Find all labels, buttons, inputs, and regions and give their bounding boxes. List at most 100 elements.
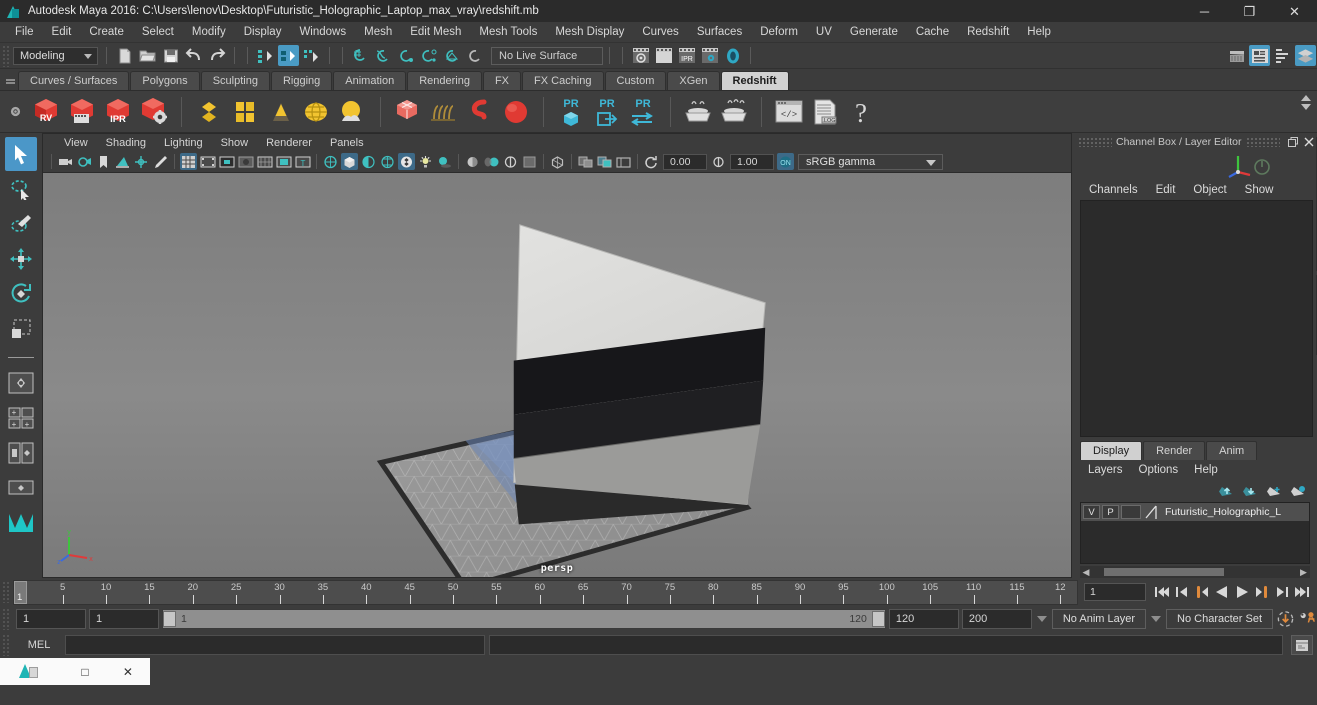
range-slider-left-grip[interactable] [163, 611, 176, 627]
layer-menu-options[interactable]: Options [1131, 464, 1187, 476]
menu-file[interactable]: File [6, 22, 43, 43]
menu-deform[interactable]: Deform [751, 22, 807, 43]
rangeslider-grip[interactable] [2, 608, 11, 630]
command-input-field[interactable] [65, 635, 485, 655]
motion-blur-icon[interactable] [483, 153, 500, 170]
select-by-object-type-icon[interactable] [278, 45, 299, 66]
menu-mesh-display[interactable]: Mesh Display [546, 22, 633, 43]
select-by-component-type-icon[interactable] [301, 45, 322, 66]
resolution-gate-icon[interactable] [218, 153, 235, 170]
range-slider[interactable]: 1 120 [162, 609, 886, 629]
view-transform-icon[interactable]: ON [777, 153, 794, 171]
menu-set-selector[interactable]: Modeling [13, 46, 98, 65]
move-layer-down-icon[interactable] [1242, 485, 1258, 498]
menu-generate[interactable]: Generate [841, 22, 907, 43]
smooth-shading-icon[interactable] [341, 153, 358, 171]
menu-curves[interactable]: Curves [633, 22, 687, 43]
toggle-channel-box-icon[interactable] [1272, 45, 1293, 66]
viewport-menu-show[interactable]: Show [212, 137, 258, 149]
close-icon[interactable] [1302, 135, 1316, 149]
rotate-tool[interactable] [5, 277, 37, 311]
make-live-icon[interactable] [465, 45, 486, 66]
film-gate-icon[interactable] [199, 153, 216, 170]
shelf-tab-fx-caching[interactable]: FX Caching [522, 71, 604, 90]
layer-list-scrollbar[interactable]: ◀ ▶ [1080, 566, 1310, 578]
viewport-menu-lighting[interactable]: Lighting [155, 137, 212, 149]
gate-mask-icon[interactable] [237, 153, 254, 170]
isolate-select-icon[interactable] [521, 153, 538, 170]
menu-mesh[interactable]: Mesh [355, 22, 401, 43]
command-output-field[interactable] [489, 635, 1283, 655]
shelf-tab-fx[interactable]: FX [482, 71, 522, 90]
exposure-field[interactable]: 0.00 [663, 153, 707, 170]
tab-render[interactable]: Render [1143, 441, 1206, 460]
persp-outliner-layout[interactable] [5, 436, 37, 470]
redshift-help-icon[interactable]: ? [843, 93, 879, 131]
grid-toggle-icon[interactable] [180, 153, 197, 171]
ipr-render-icon[interactable]: IPR [676, 45, 697, 66]
time-slider[interactable]: 1 5 10 15 20 25 30 35 40 45 50 55 60 65 70 75 80 85 90 95 1… [13, 579, 1078, 605]
move-tool[interactable] [5, 242, 37, 276]
play-forwards-icon[interactable] [1232, 582, 1251, 602]
taskbar-close-button[interactable]: ✕ [106, 658, 150, 685]
new-scene-icon[interactable] [114, 45, 135, 66]
script-editor-icon[interactable] [1291, 635, 1313, 655]
layer-name[interactable]: Futuristic_Holographic_L [1165, 506, 1281, 518]
flat-shading-icon[interactable] [360, 153, 377, 170]
redshift-material-icon[interactable] [191, 93, 227, 131]
scroll-left-arrow-icon[interactable]: ◀ [1080, 567, 1092, 578]
open-scene-icon[interactable] [137, 45, 158, 66]
four-view-layout[interactable]: + + + [5, 401, 37, 435]
select-by-hierarchy-icon[interactable] [255, 45, 276, 66]
auto-keyframe-icon[interactable] [1276, 609, 1295, 629]
animation-end-field[interactable]: 200 [961, 609, 1032, 629]
tab-anim[interactable]: Anim [1206, 441, 1258, 460]
menu-windows[interactable]: Windows [290, 22, 355, 43]
step-back-frame-icon[interactable] [1192, 582, 1211, 602]
list-item[interactable]: V P Futuristic_Holographic_L [1081, 503, 1309, 521]
panel-grip-right[interactable] [1245, 136, 1280, 147]
shelf-scroll-arrows[interactable] [1301, 95, 1313, 113]
toggle-sidebar-icon[interactable] [1295, 45, 1316, 66]
single-perspective-layout[interactable] [5, 366, 37, 400]
range-slider-right-grip[interactable] [871, 611, 885, 627]
gamma-reset-icon[interactable] [710, 153, 727, 170]
live-surface-field[interactable]: No Live Surface [491, 46, 603, 65]
range-start-field[interactable]: 1 [89, 609, 159, 629]
menu-edit-mesh[interactable]: Edit Mesh [401, 22, 470, 43]
viewport-menu-shading[interactable]: Shading [97, 137, 155, 149]
redo-previous-render-icon[interactable] [653, 45, 674, 66]
range-end-field[interactable]: 120 [888, 609, 959, 629]
display-layer-list[interactable]: V P Futuristic_Holographic_L [1080, 502, 1310, 564]
redshift-volume-icon[interactable] [462, 93, 498, 131]
redshift-sphere-icon[interactable] [498, 93, 534, 131]
redshift-ipr-render-icon[interactable]: IPR [100, 93, 136, 131]
create-new-layer-icon[interactable] [1266, 485, 1282, 498]
snap-to-grid-icon[interactable] [350, 45, 371, 66]
close-button[interactable]: ✕ [1272, 0, 1317, 22]
redshift-physical-sun-icon[interactable] [335, 93, 371, 131]
character-set-selector[interactable]: No Character Set [1166, 609, 1273, 629]
timeslider-grip[interactable] [2, 581, 11, 603]
panel-grip-left[interactable] [1078, 136, 1112, 147]
maximize-button[interactable]: ❐ [1227, 0, 1272, 22]
layer-visibility-toggle[interactable]: V [1083, 505, 1100, 519]
anim-layer-dropdown-arrow[interactable] [1035, 609, 1049, 629]
shelf-scroll-down-icon[interactable] [1301, 104, 1311, 110]
persp-graph-layout[interactable] [5, 471, 37, 505]
shelf-tab-animation[interactable]: Animation [333, 71, 407, 90]
taskbar-maya-icon[interactable] [0, 658, 64, 685]
shelf-tab-xgen[interactable]: XGen [667, 71, 720, 90]
redshift-log-icon[interactable]: .LOG [807, 93, 843, 131]
shelf-options-gear-icon[interactable] [2, 104, 28, 119]
display-layer-icon[interactable] [615, 153, 632, 170]
safe-title-icon[interactable]: T [294, 153, 311, 170]
redshift-texture-icon[interactable] [227, 93, 263, 131]
scrollbar-thumb[interactable] [1104, 568, 1224, 576]
minimize-button[interactable]: ─ [1182, 0, 1227, 22]
shaded-wireframe-icon[interactable] [379, 153, 396, 170]
time-slider-playhead[interactable]: 1 [14, 580, 27, 604]
shelf-scroll-up-icon[interactable] [1301, 95, 1311, 101]
select-camera-icon[interactable] [57, 153, 74, 170]
channel-menu-edit[interactable]: Edit [1147, 184, 1185, 196]
